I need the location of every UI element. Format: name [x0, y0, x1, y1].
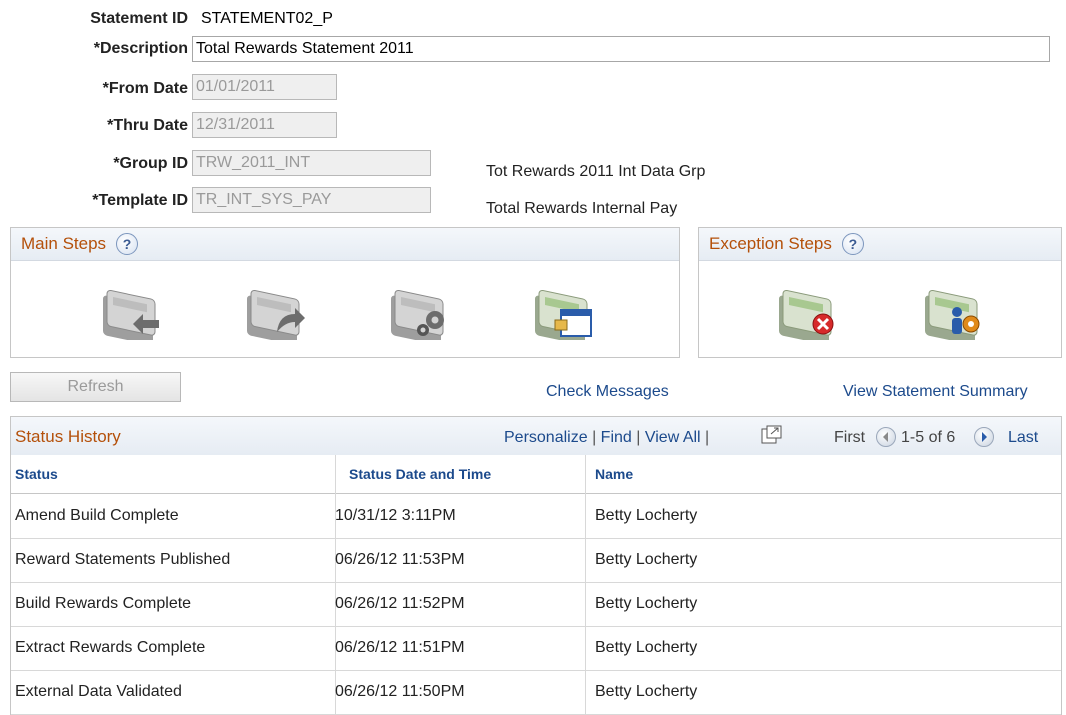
delete-statements-icon[interactable] — [775, 280, 839, 340]
group-id-description: Tot Rewards 2011 Int Data Grp — [486, 163, 706, 180]
status-history-header: Status History Personalize | Find | View… — [11, 417, 1061, 456]
template-id-label: *Template ID — [92, 192, 188, 209]
table-row: Extract Rewards Complete 06/26/12 11:51P… — [11, 626, 1061, 671]
group-id-input[interactable]: TRW_2011_INT — [192, 150, 431, 176]
name-cell: Betty Locherty — [595, 551, 698, 568]
statement-id-label: Statement ID — [90, 10, 188, 27]
separator: | — [636, 429, 641, 446]
status-cell: External Data Validated — [15, 683, 182, 700]
template-id-input[interactable]: TR_INT_SYS_PAY — [192, 187, 431, 213]
name-cell: Betty Locherty — [595, 507, 698, 524]
exception-steps-header: Exception Steps ? — [699, 228, 1061, 261]
column-header-name[interactable]: Name — [595, 466, 633, 482]
datetime-cell: 10/31/12 3:11PM — [335, 507, 456, 524]
status-cell: Reward Statements Published — [15, 551, 231, 568]
datetime-cell: 06/26/12 11:50PM — [335, 683, 465, 700]
group-id-label: *Group ID — [113, 155, 188, 172]
statement-id-value: STATEMENT02_P — [201, 10, 333, 27]
from-date-input[interactable]: 01/01/2011 — [192, 74, 337, 100]
validate-data-icon[interactable] — [243, 280, 307, 340]
datetime-cell: 06/26/12 11:52PM — [335, 595, 465, 612]
grid-nav-links: Personalize | Find | View All | — [504, 429, 709, 447]
name-cell: Betty Locherty — [595, 639, 698, 656]
personalize-link[interactable]: Personalize — [504, 429, 588, 446]
main-steps-title: Main Steps — [21, 234, 107, 253]
refresh-button[interactable]: Refresh — [10, 372, 181, 402]
column-header-status[interactable]: Status — [15, 466, 58, 482]
find-link[interactable]: Find — [601, 429, 632, 446]
build-rewards-icon[interactable] — [387, 280, 451, 340]
check-messages-link[interactable]: Check Messages — [546, 383, 669, 401]
thru-date-input[interactable]: 12/31/2011 — [192, 112, 337, 138]
next-arrow-icon[interactable] — [974, 427, 994, 447]
table-row: Build Rewards Complete 06/26/12 11:52PM … — [11, 582, 1061, 627]
view-all-link[interactable]: View All — [645, 429, 701, 446]
name-cell: Betty Locherty — [595, 683, 698, 700]
status-cell: Amend Build Complete — [15, 507, 179, 524]
description-label: *Description — [93, 40, 188, 57]
exception-steps-title: Exception Steps — [709, 234, 832, 253]
datetime-cell: 06/26/12 11:53PM — [335, 551, 465, 568]
process-exceptions-icon[interactable] — [921, 280, 985, 340]
main-steps-group: Main Steps ? — [10, 227, 680, 358]
first-label: First — [834, 429, 866, 446]
template-id-description: Total Rewards Internal Pay — [486, 200, 678, 217]
publish-statements-icon[interactable] — [531, 280, 595, 340]
status-history-grid: Status History Personalize | Find | View… — [10, 416, 1062, 715]
from-date-label: *From Date — [102, 80, 188, 97]
new-window-icon[interactable] — [761, 425, 783, 445]
main-steps-header: Main Steps ? — [11, 228, 679, 261]
table-row: External Data Validated 06/26/12 11:50PM… — [11, 670, 1061, 715]
table-row: Reward Statements Published 06/26/12 11:… — [11, 538, 1061, 583]
row-range: 1-5 of 6 — [901, 429, 956, 446]
last-link[interactable]: Last — [1008, 429, 1038, 447]
help-icon[interactable]: ? — [841, 233, 864, 255]
column-headers: Status Status Date and Time Name — [11, 455, 1061, 494]
separator: | — [592, 429, 597, 446]
status-cell: Extract Rewards Complete — [15, 639, 206, 656]
separator: | — [705, 429, 710, 446]
status-cell: Build Rewards Complete — [15, 595, 192, 612]
column-header-datetime[interactable]: Status Date and Time — [349, 466, 491, 482]
description-input[interactable]: Total Rewards Statement 2011 — [192, 36, 1050, 62]
help-icon[interactable]: ? — [116, 233, 139, 255]
thru-date-label: *Thru Date — [107, 117, 188, 134]
datetime-cell: 06/26/12 11:51PM — [335, 639, 465, 656]
name-cell: Betty Locherty — [595, 595, 698, 612]
exception-steps-group: Exception Steps ? — [698, 227, 1062, 358]
view-statement-summary-link[interactable]: View Statement Summary — [843, 383, 1028, 401]
previous-arrow-icon[interactable] — [876, 427, 896, 447]
status-history-title: Status History — [15, 427, 121, 446]
table-row: Amend Build Complete 10/31/12 3:11PM Bet… — [11, 494, 1061, 539]
extract-rewards-icon[interactable] — [99, 280, 163, 340]
